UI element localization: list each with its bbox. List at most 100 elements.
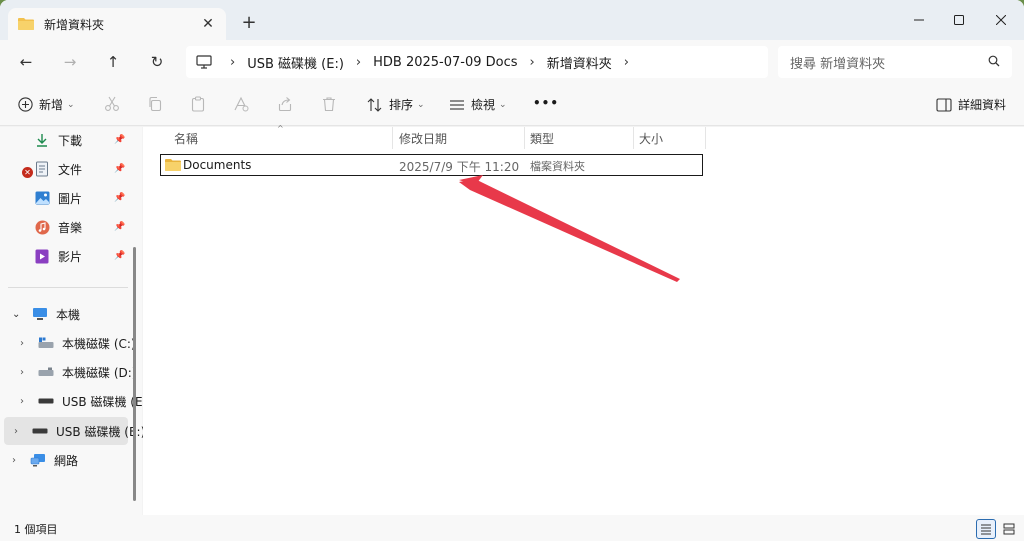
breadcrumb-separator[interactable]: › (530, 55, 535, 70)
share-button[interactable] (277, 96, 293, 112)
sort-button[interactable]: 排序 ⌄ (367, 96, 425, 113)
sidebar-item-label: USB 磁碟機 (E (62, 394, 143, 409)
view-button[interactable]: 檢視 ⌄ (449, 96, 507, 113)
maximize-button[interactable] (936, 8, 982, 32)
tiles-view-button[interactable] (999, 519, 1019, 539)
sidebar-item-label: 網路 (54, 453, 79, 468)
chevron-down-icon: ⌄ (499, 99, 507, 110)
tab-current-folder[interactable]: 新增資料夾 ✕ (8, 8, 226, 40)
video-icon (34, 248, 50, 264)
breadcrumb-separator[interactable]: › (356, 55, 361, 70)
sidebar-item-usb-e-selected[interactable]: › USB 磁碟機 (E:) (14, 418, 146, 444)
usb-drive-icon (38, 393, 54, 409)
title-bar: 新增資料夾 ✕ + (0, 0, 1024, 40)
close-tab-icon[interactable]: ✕ (200, 16, 216, 32)
sidebar-item-label: 影片 (58, 249, 83, 264)
details-view-button[interactable] (976, 519, 996, 539)
tab-label: 新增資料夾 (44, 17, 105, 32)
search-icon[interactable] (988, 55, 1000, 71)
sidebar-item-network[interactable]: › 網路 (12, 447, 144, 473)
breadcrumb-hdb-docs[interactable]: HDB 2025-07-09 Docs (373, 55, 517, 70)
more-options-button[interactable]: ••• (533, 96, 559, 110)
sidebar-item-label: 本機 (56, 307, 81, 322)
file-explorer-window: 新增資料夾 ✕ + ← → ↑ ↻ › USB 磁碟機 (E:) › HDB 2… (0, 0, 1024, 541)
system-drive-icon (38, 335, 54, 351)
share-icon (277, 96, 293, 112)
rename-icon (233, 96, 249, 112)
file-list-pane: ^ 名稱 修改日期 類型 大小 Documents 2025/7/9 下午 11… (143, 124, 1024, 515)
computer-icon (32, 306, 48, 322)
view-label: 檢視 (471, 98, 496, 112)
chevron-right-icon[interactable]: › (20, 338, 30, 349)
tiles-view-icon (1003, 523, 1015, 535)
status-bar: 1 個項目 (0, 515, 1024, 541)
rename-button[interactable] (233, 96, 249, 112)
sidebar-item-label: 圖片 (58, 191, 83, 206)
paste-button[interactable] (190, 96, 206, 112)
details-view-icon (980, 523, 992, 535)
breadcrumb-new-folder[interactable]: 新增資料夾 (547, 53, 612, 72)
breadcrumb-separator[interactable]: › (624, 55, 629, 70)
delete-button[interactable] (321, 96, 337, 112)
drive-icon (38, 364, 54, 380)
new-label: 新增 (39, 98, 64, 112)
computer-icon (196, 55, 212, 69)
item-count: 1 個項目 (14, 523, 58, 536)
music-icon (34, 219, 50, 235)
navigation-pane: 下載 📌 文件 ✕ 📌 圖片 📌 音樂 📌 影片 📌 ⌄ 本機 › 本機磁碟 (… (0, 127, 145, 515)
details-pane-button[interactable]: 詳細資料 (936, 96, 1006, 113)
pin-icon[interactable]: 📌 (114, 135, 125, 145)
chevron-down-icon[interactable]: ⌄ (12, 309, 26, 320)
annotation-arrow (459, 175, 680, 282)
forward-button[interactable]: → (58, 50, 82, 74)
refresh-button[interactable]: ↻ (145, 50, 169, 74)
chevron-down-icon: ⌄ (67, 99, 75, 110)
breadcrumb-separator[interactable]: › (230, 55, 235, 70)
up-button[interactable]: ↑ (101, 50, 125, 74)
sidebar-scrollbar[interactable] (133, 247, 136, 501)
pictures-icon (34, 190, 50, 206)
scissors-icon (104, 96, 120, 112)
sidebar-item-label: USB 磁碟機 (E:) (56, 424, 146, 439)
details-pane-icon (936, 97, 952, 112)
copy-button[interactable] (147, 96, 163, 112)
chevron-down-icon: ⌄ (417, 99, 425, 110)
sidebar-item-label: 本機磁碟 (D:) (62, 365, 137, 380)
clipboard-icon (190, 96, 206, 112)
search-placeholder: 搜尋 新增資料夾 (790, 56, 886, 72)
pin-icon[interactable]: 📌 (114, 222, 125, 232)
sidebar-item-label: 下載 (58, 133, 83, 148)
breadcrumb-usb-drive[interactable]: USB 磁碟機 (E:) (247, 53, 344, 72)
pin-icon[interactable]: 📌 (114, 164, 125, 174)
chevron-right-icon[interactable]: › (20, 396, 30, 407)
folder-icon (18, 18, 34, 30)
sidebar-item-label: 本機磁碟 (C:) (62, 336, 136, 351)
chevron-right-icon[interactable]: › (14, 426, 24, 437)
trash-icon (321, 96, 337, 112)
sidebar-item-label: 文件 (58, 162, 83, 177)
network-icon (30, 452, 46, 468)
search-input[interactable]: 搜尋 新增資料夾 (778, 46, 1012, 78)
document-icon (34, 161, 50, 177)
usb-drive-icon (32, 423, 48, 439)
copy-icon (147, 96, 163, 112)
download-icon (34, 132, 50, 148)
plus-circle-icon (18, 97, 33, 112)
back-button[interactable]: ← (14, 50, 38, 74)
address-bar[interactable]: › USB 磁碟機 (E:) › HDB 2025-07-09 Docs › 新… (186, 46, 768, 78)
error-badge-icon: ✕ (22, 167, 33, 178)
details-label: 詳細資料 (958, 98, 1007, 112)
chevron-right-icon[interactable]: › (12, 455, 22, 466)
view-list-icon (449, 99, 465, 111)
cut-button[interactable] (104, 96, 120, 112)
pin-icon[interactable]: 📌 (114, 193, 125, 203)
sidebar-divider (8, 287, 128, 288)
new-tab-button[interactable]: + (240, 14, 258, 32)
chevron-right-icon[interactable]: › (20, 367, 30, 378)
sort-icon (367, 97, 383, 112)
new-button[interactable]: 新增 ⌄ (18, 96, 75, 113)
sidebar-item-this-pc[interactable]: ⌄ 本機 (12, 301, 144, 327)
pin-icon[interactable]: 📌 (114, 251, 125, 261)
navigation-bar: ← → ↑ ↻ › USB 磁碟機 (E:) › HDB 2025-07-09 … (0, 40, 1024, 84)
close-window-button[interactable] (978, 8, 1024, 32)
